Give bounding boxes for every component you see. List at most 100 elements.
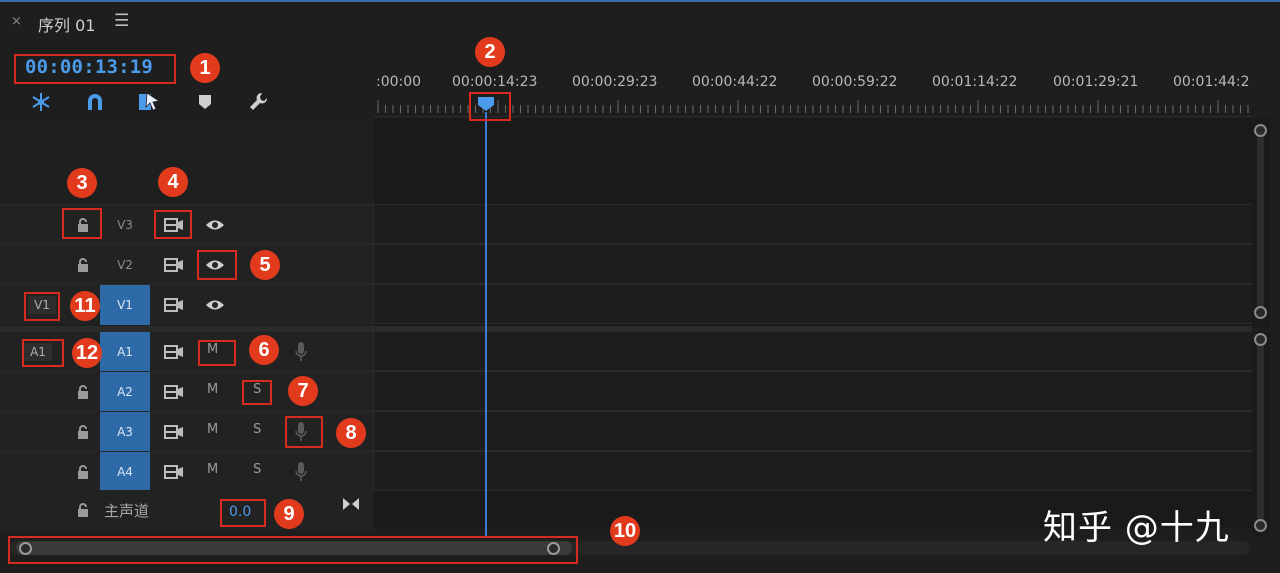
source-patch-v1[interactable]: V1 [28,296,56,314]
solo-button-a2[interactable]: S [253,382,261,397]
track-lane-a4[interactable] [374,452,1252,491]
track-name-v2[interactable]: V2 [100,245,150,285]
close-tab-button[interactable]: × [11,14,22,29]
ruler-label: 00:00:59:22 [812,74,898,90]
annotation-badge-1: 1 [190,53,220,83]
ruler-label: 00:00:29:23 [572,74,658,90]
ruler-baseline [374,116,1252,117]
ruler-label: :00:00 [376,74,422,90]
lock-icon[interactable] [76,258,90,272]
microphone-icon[interactable] [294,341,308,363]
solo-button-a3[interactable]: S [253,422,261,437]
track-name-a2[interactable]: A2 [100,372,150,412]
mute-button-a3[interactable]: M [207,422,218,437]
panel-menu-icon[interactable]: ☰ [114,11,129,31]
video-vertical-scrollbar[interactable] [1252,118,1270,328]
track-name-v1[interactable]: V1 [100,285,150,325]
track-name-a4[interactable]: A4 [100,452,150,492]
annotation-badge-10: 10 [610,516,640,546]
time-ruler-ticks[interactable] [374,100,1252,114]
track-row-v3: V3 [0,204,1252,244]
zoom-handle-left[interactable] [19,542,32,555]
eye-icon[interactable] [205,299,225,311]
sync-lock-icon[interactable] [164,297,184,313]
annotation-badge-12: 12 [72,338,102,368]
track-lane-a3[interactable] [374,412,1252,451]
track-row-a1: A1 A1 M [0,331,1252,372]
track-header-v2: V2 [0,245,374,284]
sync-lock-icon[interactable] [164,257,184,273]
lock-icon[interactable] [76,218,90,232]
lock-icon[interactable] [76,465,90,479]
track-row-a3: A3 M S [0,411,1252,452]
time-ruler-labels: :00:00 00:00:14:23 00:00:29:23 00:00:44:… [374,74,1252,94]
sequence-tab-title[interactable]: 序列 01 [38,12,95,36]
eye-icon[interactable] [205,219,225,231]
scroll-knob[interactable] [1254,519,1267,532]
annotation-badge-3: 3 [67,168,97,198]
bowtie-icon[interactable] [342,497,360,511]
scroll-knob[interactable] [1254,306,1267,319]
annotation-badge-5: 5 [250,250,280,280]
mute-button-a1[interactable]: M [207,342,218,357]
sync-lock-icon[interactable] [164,217,184,233]
annotation-badge-11: 11 [70,291,100,321]
mute-button-a4[interactable]: M [207,462,218,477]
playhead-timecode[interactable]: 00:00:13:19 [25,56,153,78]
ruler-label: 00:01:14:22 [932,74,1018,90]
track-header-a4: A4 M S [0,452,374,492]
magnet-icon[interactable] [82,90,108,114]
marker-icon[interactable] [192,90,218,114]
scroll-knob[interactable] [1254,333,1267,346]
track-row-a4: A4 M S [0,451,1252,492]
track-header-a1: A1 A1 M [0,332,374,372]
track-lane-v1[interactable] [374,285,1252,324]
sync-lock-icon[interactable] [164,344,184,360]
sync-lock-icon[interactable] [164,424,184,440]
track-lane-v2[interactable] [374,245,1252,284]
annotation-badge-8: 8 [336,418,366,448]
annotation-badge-6: 6 [249,335,279,365]
track-row-v2: V2 [0,244,1252,284]
track-name-a3[interactable]: A3 [100,412,150,452]
wrench-icon[interactable] [246,90,272,114]
ruler-label: 00:00:14:23 [452,74,538,90]
sync-lock-icon[interactable] [164,384,184,400]
solo-button-a4[interactable]: S [253,462,261,477]
ruler-label: 00:01:29:21 [1053,74,1139,90]
track-row-v1: V1 V1 [0,284,1252,325]
lock-icon[interactable] [76,425,90,439]
master-volume-value[interactable]: 0.0 [229,504,251,520]
annotation-badge-7: 7 [288,376,318,406]
sequence-tab-header: × 序列 01 ☰ [0,2,1280,42]
sync-lock-icon[interactable] [164,464,184,480]
annotation-badge-9: 9 [274,499,304,529]
track-row-a2: A2 M S [0,371,1252,412]
track-name-a1[interactable]: A1 [100,332,150,372]
zoom-scroll-thumb[interactable] [16,541,572,555]
microphone-icon[interactable] [294,461,308,483]
lock-icon[interactable] [76,385,90,399]
track-header-v3: V3 [0,205,374,244]
track-name-v3[interactable]: V3 [100,205,150,245]
zoom-handle-right[interactable] [547,542,560,555]
source-patch-a1[interactable]: A1 [24,343,52,361]
mute-button-a2[interactable]: M [207,382,218,397]
track-lane-a1[interactable] [374,332,1252,371]
annotation-badge-2: 2 [475,37,505,67]
microphone-icon[interactable] [294,421,308,443]
eye-icon[interactable] [205,259,225,271]
master-track-header: 主声道 [0,490,374,530]
snap-icon[interactable] [28,90,54,114]
linked-selection-icon[interactable] [136,90,162,114]
master-track-label: 主声道 [104,502,150,520]
track-lane-v3[interactable] [374,205,1252,244]
scroll-knob[interactable] [1254,124,1267,137]
annotation-badge-4: 4 [158,167,188,197]
lock-icon[interactable] [76,503,90,517]
playhead-handle[interactable] [477,96,495,112]
track-lane-a2[interactable] [374,372,1252,411]
audio-vertical-scrollbar[interactable] [1252,331,1270,536]
ruler-label: 00:00:44:22 [692,74,778,90]
playhead-line[interactable] [485,112,487,538]
